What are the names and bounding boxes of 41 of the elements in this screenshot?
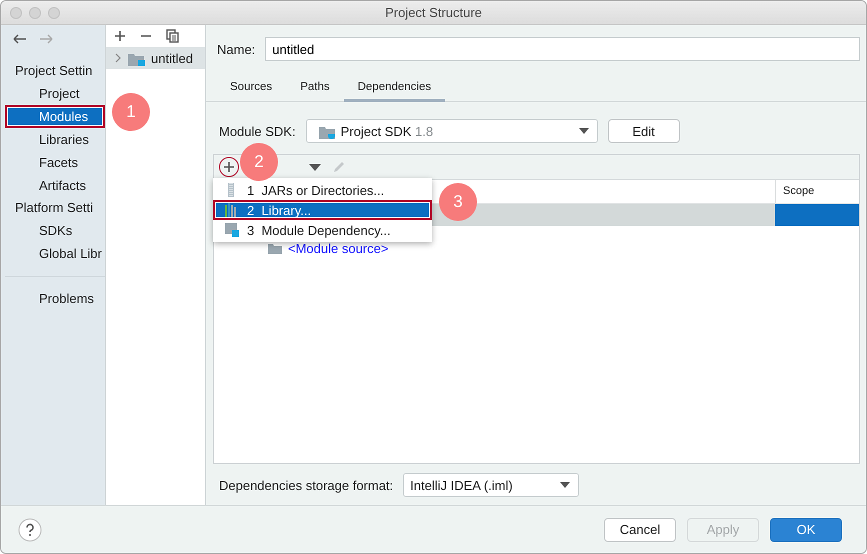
sidebar-item[interactable]: Problems [5,287,105,310]
tab[interactable]: Paths [286,76,344,102]
column-header: Scope [775,180,859,203]
section-header: Project Settin [14,62,94,80]
menu-item[interactable]: 1 JARs or Directories... [213,180,432,200]
copy-icon[interactable] [166,29,179,43]
window-title: Project Structure [384,5,483,20]
help-icon[interactable] [18,518,42,542]
name-field[interactable]: untitled [265,37,860,61]
module-folder-icon [225,223,239,237]
tree-item-label: untitled [151,50,193,66]
sidebar-item[interactable]: SDKs [5,219,105,242]
section-header: Platform Setti [14,199,94,217]
sidebar-item[interactable]: Modules [5,105,105,128]
collapsed-chevron-icon[interactable] [114,53,122,63]
field-label: Module SDK: [219,124,296,138]
sdk-dropdown[interactable]: Project SDK 1.8 [306,119,598,143]
menu-item[interactable]: 2 Library... [213,200,432,220]
dialog-button[interactable]: Cancel [604,518,676,542]
back-arrow-icon[interactable] [13,34,27,44]
tab[interactable]: Sources [216,76,286,102]
tree-item[interactable]: untitled [106,47,205,69]
add-button[interactable] [219,157,239,177]
sidebar-item[interactable]: Facets [5,151,105,174]
sidebar-item[interactable]: Artifacts [5,174,105,197]
sidebar-item[interactable]: Project [5,82,105,105]
menu-item[interactable]: 3 Module Dependency... [213,220,432,240]
library-books-icon [225,203,239,217]
field-label: Dependencies storage format: [219,478,394,492]
tab[interactable]: Dependencies [344,76,446,102]
field-label: Name: [217,42,256,56]
dropdown-caret-icon [560,482,570,488]
module-source-label: <Module source> [288,240,388,256]
sidebar-item[interactable]: Global Libr [5,242,105,265]
dropdown-caret-icon [578,128,589,134]
sidebar-item[interactable]: Libraries [5,128,105,151]
move-down-icon[interactable] [309,164,321,170]
step-number-badge: 2 [240,143,278,181]
format-dropdown[interactable]: IntelliJ IDEA (.iml) [403,473,580,497]
dialog-button[interactable]: OK [770,518,842,542]
edit-button[interactable]: Edit [608,119,680,143]
